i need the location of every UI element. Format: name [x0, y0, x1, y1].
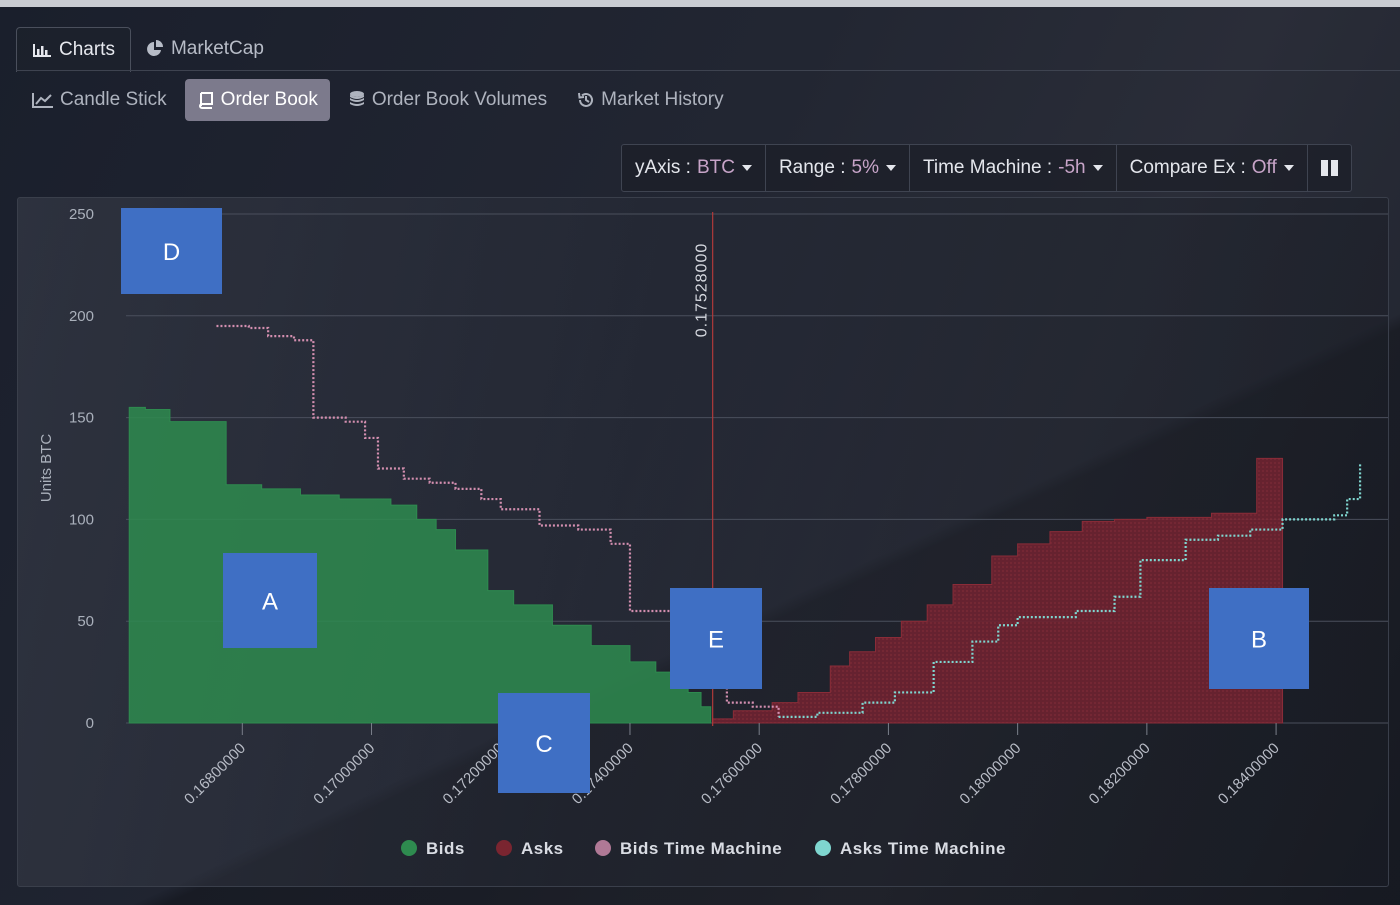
x-tick-label: 0.16800000: [181, 740, 249, 808]
subtab-market-history[interactable]: Market History: [565, 79, 735, 121]
tab-charts[interactable]: Charts: [16, 27, 131, 72]
legend-swatch: [595, 840, 611, 856]
database-icon: [349, 91, 364, 106]
caret-down-icon: [1092, 165, 1103, 171]
annotation-marker-e: E: [670, 588, 762, 689]
annotation-label: C: [535, 731, 552, 758]
annotation-label: B: [1251, 627, 1267, 654]
y-tick-label: 200: [69, 308, 94, 325]
legend-label: Asks: [521, 839, 564, 858]
annotation-label: D: [163, 239, 180, 266]
x-tick-label: 0.17200000: [440, 740, 508, 808]
subtab-label: Order Book Volumes: [371, 89, 548, 110]
y-tick-label: 100: [69, 511, 94, 528]
line-chart-icon: [32, 93, 53, 108]
y-tick-label: 250: [69, 206, 94, 223]
time-machine-value: -5h: [1058, 157, 1086, 178]
subtab-label: Market History: [601, 89, 724, 110]
history-icon: [578, 92, 594, 107]
annotation-marker-b: B: [1209, 588, 1309, 689]
x-tick-label: 0.17800000: [827, 740, 895, 808]
bar-chart-icon: [33, 44, 51, 57]
x-tick-label: 0.17000000: [310, 740, 378, 808]
range-value: 5%: [851, 157, 879, 178]
caret-down-icon: [885, 165, 896, 171]
time-machine-dropdown[interactable]: Time Machine : -5h: [910, 145, 1117, 191]
y-tick-label: 150: [69, 410, 94, 427]
tab-label: Charts: [59, 39, 115, 60]
bids-area: [128, 406, 712, 724]
y-axis-title: Units BTC: [38, 434, 55, 503]
subtab-label: Candle Stick: [60, 89, 167, 110]
columns-icon: [1320, 160, 1338, 176]
chart-panel: 0.17528000 0 50 100 150 200 250 Units BTC 0.168…: [17, 197, 1389, 887]
legend-label: Asks Time Machine: [840, 839, 1006, 858]
mid-price-label: 0.17528000: [694, 243, 711, 338]
time-machine-label: Time Machine :: [922, 157, 1053, 178]
main-tabs: Charts MarketCap: [16, 27, 279, 72]
columns-toggle-button[interactable]: [1308, 145, 1351, 191]
tab-divider: [16, 70, 1400, 71]
x-tick-label: 0.18200000: [1086, 740, 1154, 808]
legend-swatch: [815, 840, 831, 856]
range-dropdown[interactable]: Range : 5%: [766, 145, 910, 191]
chart-toolbar: yAxis : BTC Range : 5% Time Machine : -5…: [621, 144, 1352, 192]
tab-label: MarketCap: [170, 38, 264, 59]
tab-marketcap[interactable]: MarketCap: [131, 27, 279, 71]
yaxis-dropdown[interactable]: yAxis : BTC: [622, 145, 766, 191]
compare-value: Off: [1251, 157, 1277, 178]
caret-down-icon: [741, 165, 752, 171]
y-tick-label: 0: [86, 715, 94, 732]
x-tick-label: 0.17600000: [698, 740, 766, 808]
chart-type-tabs: Candle Stick Order Book Order Book Volum…: [20, 79, 736, 121]
subtab-label: Order Book: [220, 89, 318, 110]
annotation-marker-a: A: [223, 553, 317, 648]
annotation-label: A: [262, 589, 278, 616]
legend-swatch: [401, 840, 417, 856]
x-tick-label: 0.18000000: [956, 740, 1024, 808]
yaxis-value: BTC: [696, 157, 735, 178]
asks-area: [712, 457, 1284, 724]
subtab-candle-stick[interactable]: Candle Stick: [20, 79, 179, 121]
subtab-order-book-volumes[interactable]: Order Book Volumes: [336, 79, 559, 121]
y-tick-label: 50: [77, 613, 94, 630]
subtab-order-book[interactable]: Order Book: [184, 79, 330, 121]
range-label: Range :: [778, 157, 846, 178]
pie-chart-icon: [147, 40, 163, 56]
legend-label: Bids Time Machine: [620, 839, 782, 858]
compare-exchange-dropdown[interactable]: Compare Ex : Off: [1117, 145, 1308, 191]
top-border: [0, 0, 1400, 7]
yaxis-label: yAxis :: [635, 157, 691, 178]
caret-down-icon: [1283, 165, 1294, 171]
legend-label: Bids: [426, 839, 465, 858]
annotation-marker-d: D: [121, 208, 222, 294]
x-tick-label: 0.18400000: [1215, 740, 1283, 808]
annotation-label: E: [708, 627, 724, 654]
annotation-marker-c: C: [498, 693, 590, 793]
legend-swatch: [496, 840, 512, 856]
compare-label: Compare Ex :: [1129, 157, 1246, 178]
order-book-chart[interactable]: 0.17528000 0 50 100 150 200 250 Units BTC 0.168…: [18, 198, 1388, 886]
book-icon: [198, 92, 213, 109]
